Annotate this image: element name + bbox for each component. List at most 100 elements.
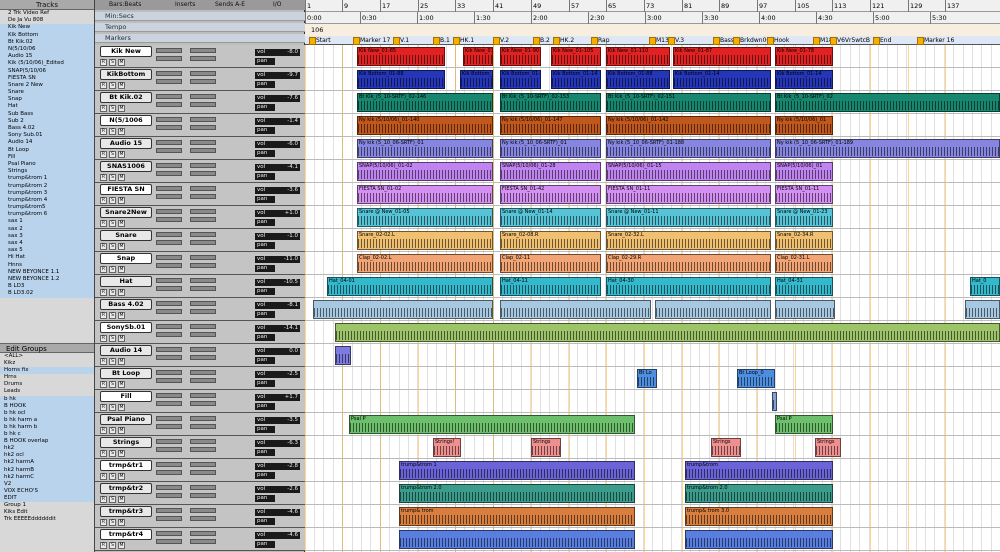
audio-clip[interactable]: SNAP(5/10/06)_01-15 [606, 162, 771, 181]
marker[interactable]: Marker 16 [917, 36, 954, 45]
pan-readout[interactable]: pan [255, 196, 275, 203]
track-list-item[interactable]: trump&trom 6 [0, 211, 94, 219]
track-list-item[interactable]: Snap [0, 96, 94, 104]
mute-button[interactable]: M [118, 427, 125, 434]
insert-slot[interactable] [156, 493, 182, 498]
insert-slot[interactable] [156, 125, 182, 130]
insert-slot[interactable] [156, 370, 182, 375]
insert-slot[interactable] [156, 209, 182, 214]
audio-clip[interactable]: Clap_02-29.R [606, 254, 771, 273]
audio-clip[interactable]: Ny kik (5/10/06)_01-140 [357, 116, 493, 135]
solo-button[interactable]: S [109, 105, 116, 112]
track-name[interactable]: Snare [100, 230, 152, 241]
track-lane[interactable]: Bt Lo Bt Loop_0 [305, 367, 1000, 390]
edit-groups-header[interactable]: Edit Groups [0, 343, 94, 353]
track-list-item[interactable]: Audio 14 [0, 139, 94, 147]
send-slot[interactable] [190, 148, 216, 153]
bars-ruler[interactable]: 1 9 17 25 33 41 49 57 65 73 81 89 97 105 113 121 129 137 [305, 0, 1000, 12]
audio-clip[interactable]: Hat_0 [970, 277, 1000, 296]
volume-readout[interactable]: vol -6.0 [255, 141, 300, 148]
send-slot[interactable] [190, 278, 216, 283]
mute-button[interactable]: M [118, 335, 125, 342]
audio-clip[interactable]: Kik New_01-78 [775, 47, 833, 66]
audio-clip[interactable]: Hat_04-31 [775, 277, 833, 296]
track-name[interactable]: Kik New [100, 46, 152, 57]
track-name[interactable]: Snare2New [100, 207, 152, 218]
insert-slot[interactable] [156, 163, 182, 168]
send-slot[interactable] [190, 125, 216, 130]
track-list-item[interactable]: FIESTA SN [0, 74, 94, 82]
track-list-item[interactable]: Strings [0, 168, 94, 176]
audio-clip[interactable] [685, 530, 833, 549]
pan-readout[interactable]: pan [255, 219, 275, 226]
mute-button[interactable]: M [118, 174, 125, 181]
audio-clip[interactable]: Snare @ New_01-23 [775, 208, 833, 227]
insert-slot[interactable] [156, 263, 182, 268]
marker[interactable]: HK.1 [453, 36, 474, 45]
edit-group-item[interactable]: Trk EEEEEddddddit [0, 516, 94, 523]
audio-clip[interactable]: Snare_02-32.L [606, 231, 771, 250]
insert-slot[interactable] [156, 186, 182, 191]
solo-button[interactable]: S [109, 496, 116, 503]
record-button[interactable]: R [100, 197, 107, 204]
marker[interactable]: M13 [649, 36, 669, 45]
edit-group-item[interactable]: <ALL> [0, 353, 94, 360]
volume-readout[interactable]: vol -6.3 [255, 440, 300, 447]
send-slot[interactable] [190, 493, 216, 498]
insert-slot[interactable] [156, 401, 182, 406]
audio-clip[interactable]: Kik Bottom_01-14 [775, 70, 833, 89]
record-button[interactable]: R [100, 128, 107, 135]
audio-clip[interactable]: Clap_02-31.L [775, 254, 833, 273]
record-button[interactable]: R [100, 266, 107, 273]
track-lane[interactable] [305, 344, 1000, 367]
solo-button[interactable]: S [109, 519, 116, 526]
pan-readout[interactable]: pan [255, 265, 275, 272]
volume-readout[interactable]: vol -11.0 [255, 256, 300, 263]
solo-button[interactable]: S [109, 197, 116, 204]
pan-readout[interactable]: pan [255, 472, 275, 479]
track-list-item[interactable]: B LD3.02 [0, 290, 94, 298]
track-lane[interactable]: Kik Bottom_01-88 Kik Bottom_01-81 Kik Bott… [305, 68, 1000, 91]
record-button[interactable]: R [100, 358, 107, 365]
pan-readout[interactable]: pan [255, 173, 275, 180]
audio-clip[interactable] [335, 323, 1000, 342]
solo-button[interactable]: S [109, 174, 116, 181]
insert-slot[interactable] [156, 278, 182, 283]
mute-button[interactable]: M [118, 312, 125, 319]
audio-clip[interactable]: Bt Kik_(5_10-SRTF)_02-153 [500, 93, 601, 112]
record-button[interactable]: R [100, 174, 107, 181]
marker[interactable]: Start [309, 36, 331, 45]
track-lane[interactable]: Bt Kik_(5_10-SRTF)_02-146 Bt Kik_(5_10-SR… [305, 91, 1000, 114]
edit-group-item[interactable]: hk2 [0, 445, 94, 453]
tracks-list[interactable]: 2 Trk Video Ref De Ja Vu 808 Kik New Kik Bo… [0, 10, 94, 343]
track-lane[interactable]: Psal P Psal P [305, 413, 1000, 436]
audio-clip[interactable]: Ny kik (5_10_06-SRTF)_01-188 [606, 139, 771, 158]
audio-clip[interactable] [775, 300, 835, 319]
record-button[interactable]: R [100, 312, 107, 319]
send-slot[interactable] [190, 140, 216, 145]
track-name[interactable]: SNAS1006 [100, 161, 152, 172]
mute-button[interactable]: M [118, 450, 125, 457]
audio-clip[interactable]: FIESTA SN_01-02 [357, 185, 493, 204]
audio-clip[interactable]: Strings [815, 438, 841, 457]
track-name[interactable]: Fill [100, 391, 152, 402]
audio-clip[interactable]: Kik New_01 [463, 47, 493, 66]
marker[interactable]: Hook [767, 36, 789, 45]
solo-button[interactable]: S [109, 427, 116, 434]
send-slot[interactable] [190, 48, 216, 53]
pan-readout[interactable]: pan [255, 58, 275, 65]
send-slot[interactable] [190, 447, 216, 452]
pan-readout[interactable]: pan [255, 495, 275, 502]
send-slot[interactable] [190, 301, 216, 306]
record-button[interactable]: R [100, 542, 107, 549]
audio-clip[interactable]: Kik Bottom_01-88 [606, 70, 670, 89]
minsecs-ruler[interactable]: 0:00 0:30 1:00 1:30 2:00 2:30 3:00 3:30 4:00 4:30… [305, 12, 1000, 24]
insert-slot[interactable] [156, 439, 182, 444]
record-button[interactable]: R [100, 450, 107, 457]
insert-slot[interactable] [156, 240, 182, 245]
track-list-item[interactable]: sax 5 [0, 247, 94, 255]
pan-readout[interactable]: pan [255, 426, 275, 433]
track-lane[interactable]: Snare_02-02.L Snare_02-08.R Snare_02-32.L S… [305, 229, 1000, 252]
track-lane[interactable]: Hat_04-01 Hat_04-11 Hat_04-30 Hat_04-31 Hat_… [305, 275, 1000, 298]
pan-readout[interactable]: pan [255, 403, 275, 410]
